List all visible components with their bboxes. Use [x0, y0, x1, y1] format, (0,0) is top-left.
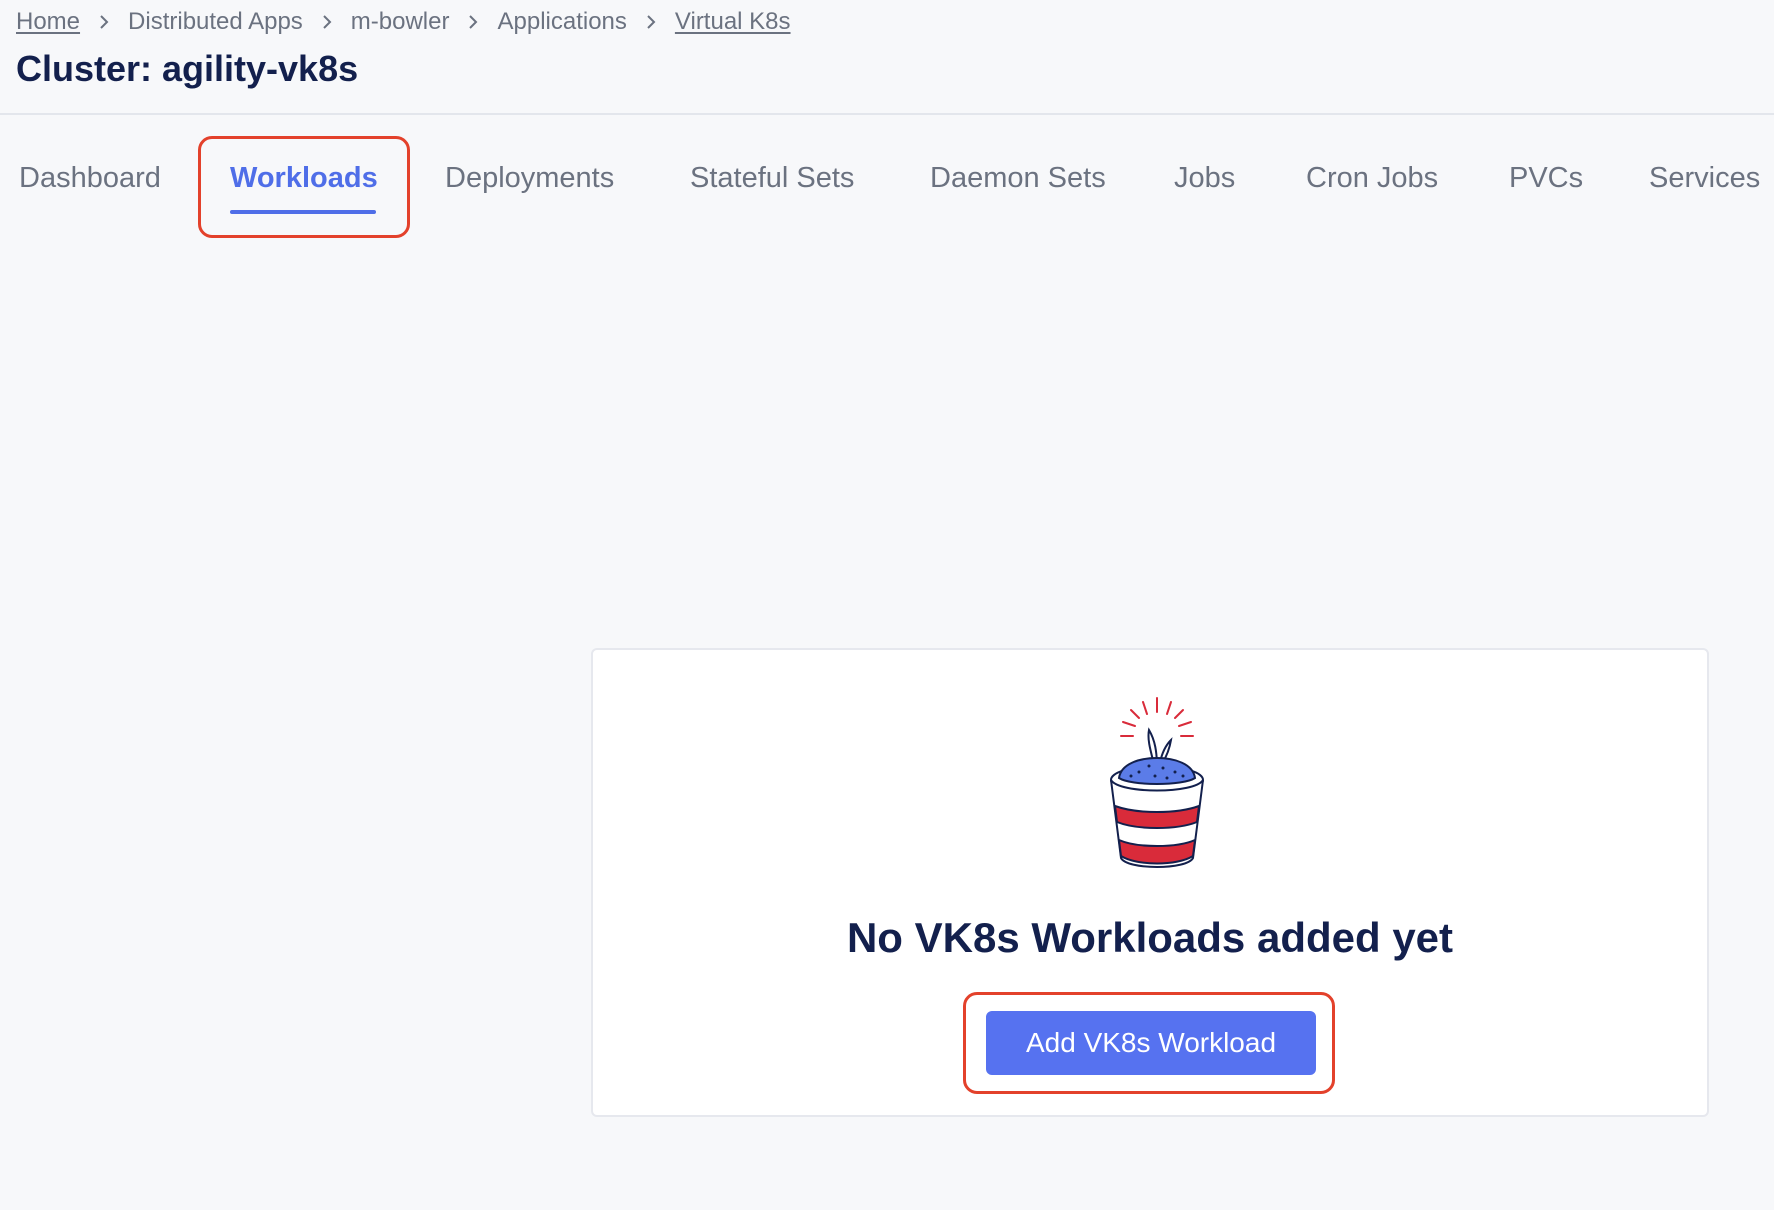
tab-cron-jobs[interactable]: Cron Jobs — [1306, 162, 1438, 195]
page-title: Cluster: agility-vk8s — [16, 48, 359, 89]
tab-services[interactable]: Services — [1649, 162, 1760, 195]
tab-deployments[interactable]: Deployments — [445, 162, 614, 195]
tab-dashboard[interactable]: Dashboard — [19, 162, 161, 195]
chevron-right-icon — [303, 14, 351, 30]
breadcrumb-virtual-k8s[interactable]: Virtual K8s — [675, 8, 791, 36]
tab-pvcs[interactable]: PVCs — [1509, 162, 1583, 195]
page-header: Home Distributed Apps m-bowler Applicati… — [0, 0, 1774, 115]
breadcrumb-applications[interactable]: Applications — [497, 8, 626, 36]
breadcrumb-home[interactable]: Home — [16, 8, 80, 36]
tab-daemon-sets[interactable]: Daemon Sets — [930, 162, 1106, 195]
chevron-right-icon — [80, 14, 128, 30]
breadcrumb: Home Distributed Apps m-bowler Applicati… — [16, 8, 791, 36]
button-highlight-annotation — [963, 992, 1335, 1094]
tab-jobs[interactable]: Jobs — [1174, 162, 1235, 195]
breadcrumb-namespace[interactable]: m-bowler — [351, 8, 450, 36]
tab-highlight-annotation — [198, 136, 410, 238]
plant-pot-icon — [1110, 697, 1204, 868]
tab-stateful-sets[interactable]: Stateful Sets — [690, 162, 854, 195]
empty-state-title: No VK8s Workloads added yet — [846, 914, 1454, 961]
chevron-right-icon — [449, 14, 497, 30]
breadcrumb-distributed-apps[interactable]: Distributed Apps — [128, 8, 303, 36]
chevron-right-icon — [627, 14, 675, 30]
